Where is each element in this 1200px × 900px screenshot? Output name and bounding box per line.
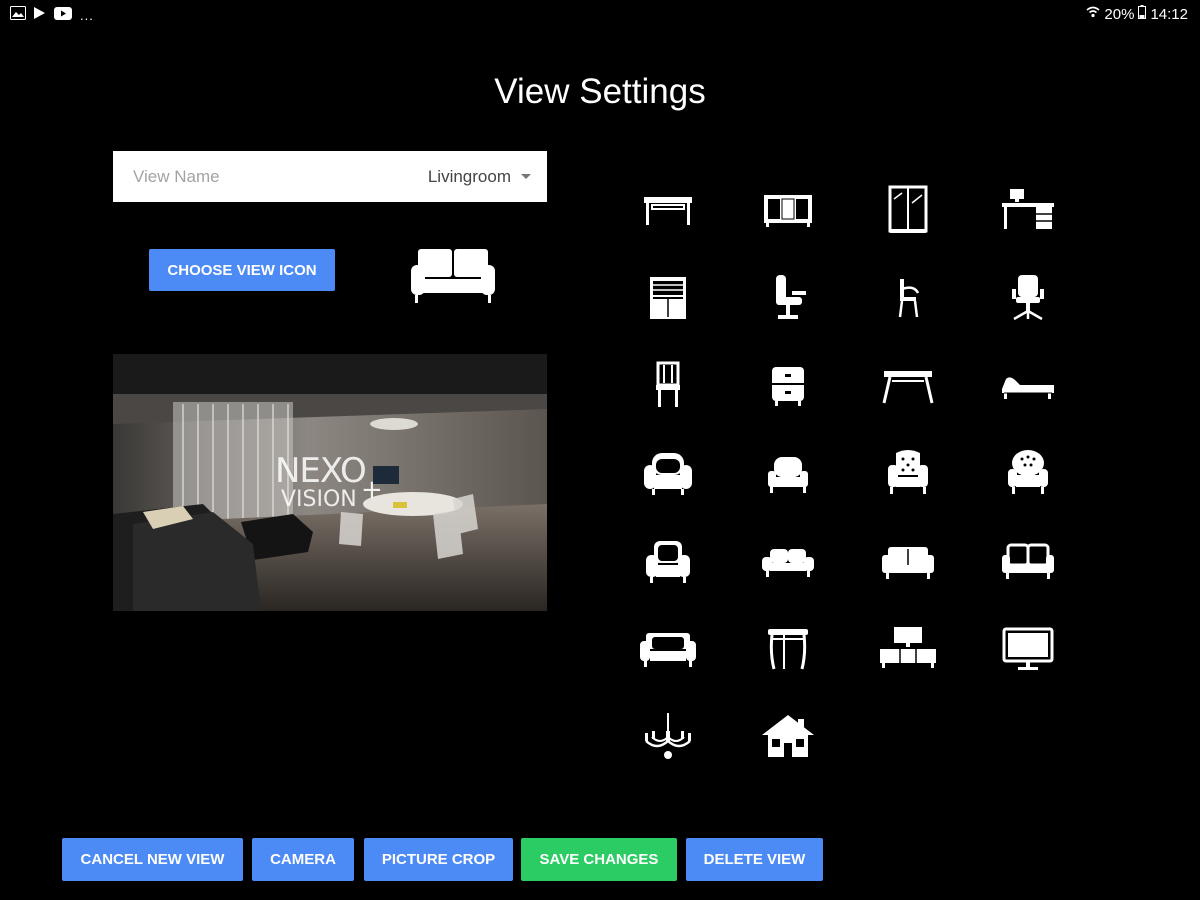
clock: 14:12 — [1150, 5, 1188, 23]
overflow-indicator: ... — [80, 8, 94, 23]
view-icon-option[interactable] — [608, 605, 728, 693]
house-icon — [762, 715, 814, 757]
view-name-value[interactable]: Livingroom — [428, 167, 511, 187]
loveseat-icon — [762, 549, 814, 577]
cancel-new-view-button[interactable]: CANCEL NEW VIEW — [62, 838, 243, 881]
view-icon-option[interactable] — [728, 517, 848, 605]
couch-icon — [640, 633, 696, 667]
barber-chair-icon — [776, 275, 806, 319]
tv-monitor-icon — [1002, 627, 1054, 670]
view-icon-option[interactable] — [968, 165, 1088, 253]
play-store-icon — [32, 6, 48, 25]
sectional-sofa-icon — [1002, 543, 1054, 579]
view-icon-option[interactable] — [728, 429, 848, 517]
wingback-chair-icon — [888, 450, 928, 494]
view-icon-option[interactable] — [848, 165, 968, 253]
view-icon-option[interactable] — [608, 253, 728, 341]
view-preview-image[interactable]: NEXO VISION + — [113, 354, 547, 611]
nightstand-icon — [772, 367, 804, 406]
small-armchair-icon — [768, 457, 808, 493]
view-icon-option[interactable] — [848, 517, 968, 605]
view-icon-option[interactable] — [728, 605, 848, 693]
watermark-plus: + — [361, 475, 383, 505]
view-icon-option[interactable] — [968, 605, 1088, 693]
delete-view-button[interactable]: DELETE VIEW — [686, 838, 823, 881]
save-changes-button[interactable]: SAVE CHANGES — [521, 838, 677, 881]
dining-chair-icon — [656, 361, 680, 407]
selected-view-icon — [408, 245, 498, 305]
desk-table-icon — [644, 197, 692, 225]
armchair-chair-icon — [898, 279, 920, 318]
view-icon-grid — [600, 165, 1080, 785]
view-icon-option[interactable] — [848, 605, 968, 693]
system-status: 20% 14:12 — [1086, 5, 1188, 23]
view-icon-option[interactable] — [968, 341, 1088, 429]
view-icon-option[interactable] — [608, 517, 728, 605]
battery-icon — [1138, 5, 1147, 23]
view-icon-option[interactable] — [728, 165, 848, 253]
view-icon-option[interactable] — [968, 253, 1088, 341]
view-icon-option[interactable] — [728, 253, 848, 341]
youtube-icon — [54, 6, 72, 25]
gallery-icon — [10, 6, 26, 25]
sofa-icon — [882, 547, 934, 579]
view-icon-option[interactable] — [968, 429, 1088, 517]
status-bar: ... 20% 14:12 — [0, 0, 1200, 30]
chandelier-icon — [645, 713, 691, 759]
picture-crop-button[interactable]: PICTURE CROP — [364, 838, 513, 881]
sideboard-icon — [764, 195, 812, 227]
wifi-icon — [1086, 6, 1100, 23]
tv-stand-icon — [880, 627, 936, 668]
view-icon-option[interactable] — [848, 341, 968, 429]
side-table-icon — [768, 629, 808, 670]
view-icon-option[interactable] — [728, 693, 848, 781]
view-name-placeholder: View Name — [133, 167, 220, 186]
office-chair-icon — [1012, 275, 1044, 321]
choose-view-icon-button[interactable]: CHOOSE VIEW ICON — [149, 249, 335, 291]
watermark-line2: VISION — [281, 487, 357, 512]
computer-desk-icon — [1002, 189, 1054, 229]
camera-button[interactable]: CAMERA — [252, 838, 354, 881]
view-icon-option[interactable] — [728, 341, 848, 429]
coffee-table-icon — [882, 371, 934, 404]
view-icon-option[interactable] — [608, 693, 728, 781]
battery-percentage: 20% — [1104, 5, 1135, 23]
glass-cabinet-icon — [888, 185, 928, 233]
view-icon-option[interactable] — [968, 517, 1088, 605]
view-icon-option[interactable] — [608, 429, 728, 517]
view-name-field[interactable]: View Name Livingroom — [113, 151, 547, 202]
lounge-armchair-icon — [646, 541, 690, 583]
dropdown-caret-icon[interactable] — [521, 174, 531, 179]
view-icon-option[interactable] — [848, 429, 968, 517]
view-icon-option[interactable] — [848, 253, 968, 341]
view-icon-option[interactable] — [608, 165, 728, 253]
tufted-armchair-icon — [1008, 450, 1048, 494]
chaise-lounge-icon — [1002, 377, 1054, 399]
club-armchair-icon — [644, 453, 692, 495]
view-icon-option[interactable] — [608, 341, 728, 429]
page-title: View Settings — [494, 72, 706, 111]
bookshelf-cabinet-icon — [650, 277, 686, 319]
sofa-icon — [411, 249, 495, 303]
watermark-line1: NEXO — [275, 451, 366, 491]
notification-icons: ... — [10, 6, 94, 25]
